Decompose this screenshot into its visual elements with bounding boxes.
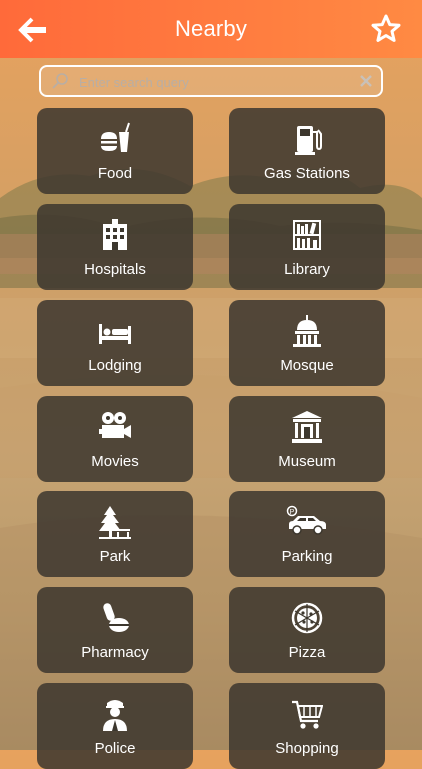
clear-icon[interactable]: [359, 74, 373, 88]
pizza-icon: [291, 602, 323, 634]
category-shopping[interactable]: Shopping: [229, 683, 385, 769]
police-officer-icon: [103, 700, 127, 731]
category-label: Police: [94, 740, 136, 757]
category-gas-stations[interactable]: Gas Stations: [229, 108, 385, 194]
category-park[interactable]: Park: [37, 491, 193, 577]
category-label: Food: [97, 165, 133, 182]
library-icon: [293, 220, 321, 250]
shopping-cart-icon: [292, 700, 323, 729]
category-label: Mosque: [280, 357, 334, 374]
category-library[interactable]: Library: [229, 204, 385, 290]
category-pharmacy[interactable]: Pharmacy: [37, 587, 193, 673]
app-header: Nearby: [0, 0, 422, 58]
category-parking[interactable]: P Parking: [229, 491, 385, 577]
favorite-button[interactable]: [370, 13, 402, 45]
search-icon: [52, 73, 68, 89]
category-label: Library: [284, 261, 330, 278]
page-title: Nearby: [174, 16, 248, 41]
category-police[interactable]: Police: [37, 683, 193, 769]
tree-bench-icon: [99, 506, 131, 539]
category-movies[interactable]: Movies: [37, 396, 193, 482]
category-pizza[interactable]: Pizza: [229, 587, 385, 673]
bed-icon: [99, 324, 131, 344]
museum-icon: [292, 411, 322, 443]
category-label: Movies: [91, 453, 139, 470]
food-icon: [101, 122, 130, 152]
svg-text:P: P: [290, 509, 295, 516]
mosque-icon: [293, 315, 321, 347]
category-mosque[interactable]: Mosque: [229, 300, 385, 386]
movie-camera-icon: [99, 412, 131, 438]
category-label: Gas Stations: [264, 165, 350, 182]
category-label: Lodging: [88, 357, 142, 374]
category-label: Hospitals: [84, 261, 146, 278]
category-label: Pizza: [288, 644, 326, 661]
category-hospitals[interactable]: Hospitals: [37, 204, 193, 290]
category-label: Parking: [281, 548, 333, 565]
car-parking-icon: P: [286, 505, 326, 535]
category-museum[interactable]: Museum: [229, 396, 385, 482]
gas-station-icon: [295, 126, 322, 155]
pills-icon: [103, 603, 129, 632]
search-input[interactable]: [77, 69, 351, 95]
category-label: Shopping: [275, 740, 339, 757]
category-lodging[interactable]: Lodging: [37, 300, 193, 386]
search-bar: [39, 65, 383, 97]
hospital-icon: [103, 219, 127, 250]
category-label: Pharmacy: [81, 644, 149, 661]
category-label: Park: [99, 548, 131, 565]
star-icon: [371, 14, 401, 42]
category-label: Museum: [278, 453, 336, 470]
category-food[interactable]: Food: [37, 108, 193, 194]
